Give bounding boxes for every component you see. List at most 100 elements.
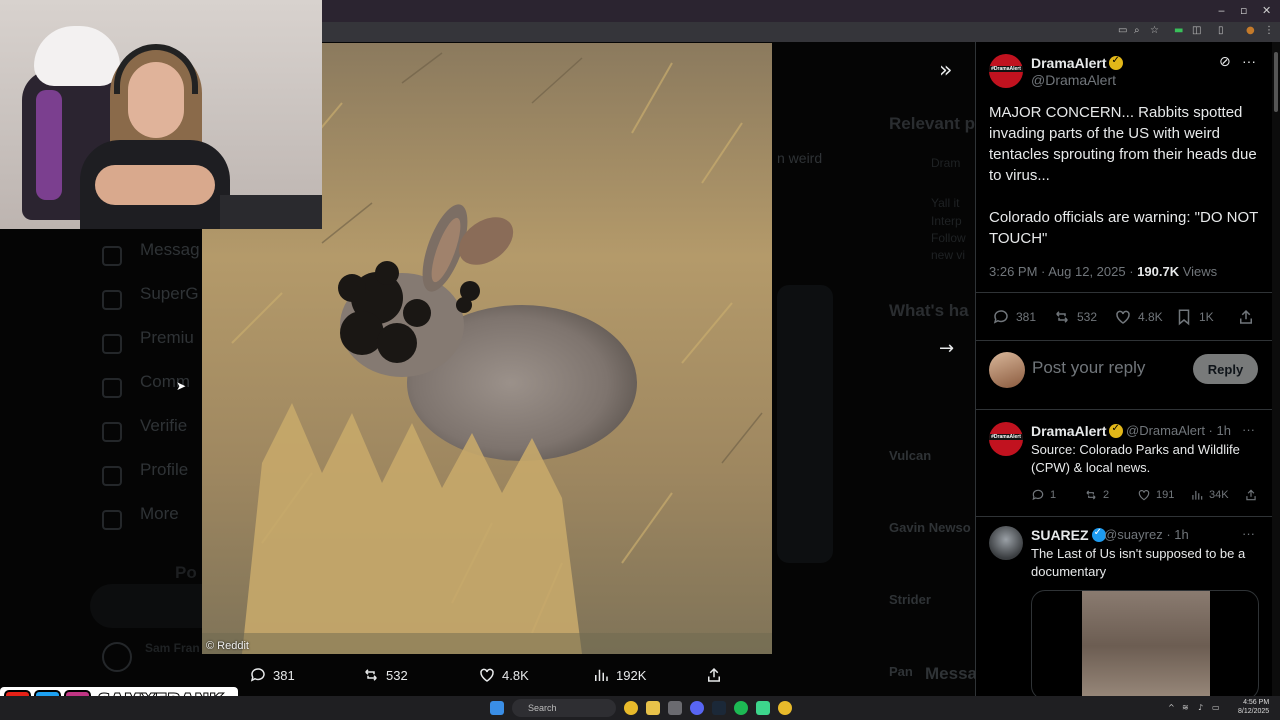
- lightbox-like-button[interactable]: 4.8K: [478, 666, 529, 684]
- network-icon[interactable]: ≋: [1182, 703, 1189, 712]
- webcam-overlay: [0, 0, 322, 229]
- chrome-active-icon[interactable]: [778, 701, 792, 715]
- reply-author-handle[interactable]: @suayrez · 1h: [1104, 527, 1189, 542]
- dim-sidebar-premium-icon: [102, 334, 122, 354]
- reply-text: Source: Colorado Parks and Wildlife (CPW…: [1031, 442, 1240, 475]
- lightbox-like-count: 4.8K: [502, 667, 529, 683]
- dramaalert-avatar[interactable]: #DramaAlert: [989, 54, 1023, 88]
- suarez-avatar[interactable]: [989, 526, 1023, 560]
- dim-post-label: Po: [175, 563, 197, 582]
- next-image-icon[interactable]: →: [939, 338, 954, 359]
- reply-author-handle[interactable]: @DramaAlert · 1h: [1126, 423, 1231, 438]
- panel-scrollbar-thumb[interactable]: [1274, 52, 1278, 112]
- reply-button[interactable]: 381: [992, 308, 1036, 326]
- reply-icon: [993, 310, 1008, 324]
- lightbox-reply-button[interactable]: 381: [249, 666, 295, 684]
- lightbox-views-button[interactable]: 192K: [592, 666, 646, 684]
- windows-start-icon[interactable]: [490, 701, 504, 715]
- reply-author-name[interactable]: DramaAlert: [1031, 423, 1124, 439]
- reply-more-icon[interactable]: ···: [1242, 526, 1255, 541]
- bookmark-count: 1K: [1199, 310, 1214, 324]
- reply-input[interactable]: Post your reply: [1032, 358, 1145, 378]
- reply-text: The Last of Us isn't supposed to be a do…: [1031, 546, 1246, 579]
- like-button[interactable]: 4.8K: [1114, 308, 1163, 326]
- dim-trend-vulcan: Vulcan: [889, 448, 932, 463]
- dim-text-weird: n weird: [777, 150, 823, 166]
- dim-sidebar-communities-icon: [102, 378, 122, 398]
- heart-icon: [480, 668, 494, 682]
- discord-icon[interactable]: [690, 701, 704, 715]
- repost-icon: [1056, 311, 1068, 323]
- cast-icon[interactable]: ▭: [1118, 25, 1127, 36]
- taskbar-date: 8/12/2025: [1238, 708, 1270, 715]
- panel-scrollbar[interactable]: [1272, 42, 1280, 696]
- lightbox-repost-button[interactable]: 532: [362, 666, 408, 684]
- repost-icon: [1086, 490, 1096, 500]
- heart-icon: [1138, 490, 1150, 501]
- share-button[interactable]: [1237, 308, 1255, 326]
- reply-like-button[interactable]: 191: [1137, 488, 1174, 502]
- webcam-headset: [114, 44, 198, 94]
- profile-icon[interactable]: ●: [1246, 25, 1255, 36]
- battery-icon[interactable]: ▭: [1212, 703, 1220, 712]
- reply-views-button[interactable]: 34K: [1190, 488, 1229, 502]
- lightbox-views-count: 192K: [616, 667, 647, 683]
- dim-trends-card: [777, 285, 833, 563]
- dim-trend-pan: Pan: [889, 664, 913, 679]
- sidepanel-icon[interactable]: ▯: [1218, 25, 1224, 36]
- spotify-icon[interactable]: [734, 701, 748, 715]
- like-count: 4.8K: [1138, 310, 1163, 324]
- repost-button[interactable]: 532: [1053, 308, 1097, 326]
- tweet-text: MAJOR CONCERN... Rabbits spotted invadin…: [989, 104, 1259, 247]
- zoom-icon[interactable]: ⌕: [1134, 25, 1140, 36]
- tweet-author-name[interactable]: DramaAlert: [1031, 55, 1124, 71]
- app-icon[interactable]: [756, 701, 770, 715]
- maximize-button[interactable]: ▫: [1240, 4, 1247, 17]
- taskbar-clock[interactable]: 4:56 PM 8/12/2025: [1238, 698, 1269, 716]
- dim-sidebar-verified-icon: [102, 422, 122, 442]
- extension-icon[interactable]: ▬: [1174, 25, 1183, 36]
- taskbar-search[interactable]: Search: [512, 699, 616, 717]
- dim-sidebar-more: More: [140, 504, 179, 523]
- mouse-cursor-icon: ➤: [176, 379, 187, 393]
- verified-badge-icon: [1109, 55, 1124, 70]
- reply-repost-count: 2: [1103, 489, 1110, 501]
- reply-repost-button[interactable]: 2: [1084, 488, 1109, 502]
- webcam-desk: [220, 195, 322, 229]
- grok-icon[interactable]: ⊘: [1219, 54, 1231, 70]
- dim-sidebar-supergrok: SuperG: [140, 284, 199, 303]
- windows-taskbar: [0, 696, 1280, 720]
- reply-author-name[interactable]: SUAREZ: [1031, 527, 1106, 543]
- dim-sidebar-verified: Verifie: [140, 416, 188, 435]
- collapse-panel-icon[interactable]: »: [939, 58, 952, 83]
- bookmark-star-icon[interactable]: ☆: [1150, 25, 1159, 36]
- reply-share-button[interactable]: [1244, 488, 1258, 502]
- extensions-puzzle-icon[interactable]: ◫: [1192, 25, 1201, 36]
- calculator-icon[interactable]: [668, 701, 682, 715]
- repost-icon: [365, 669, 377, 681]
- dim-small-4: Follow: [931, 231, 966, 245]
- bookmark-button[interactable]: 1K: [1175, 308, 1214, 326]
- more-options-icon[interactable]: ···: [1242, 53, 1256, 69]
- steam-icon[interactable]: [712, 701, 726, 715]
- reply-author-avatar[interactable]: #DramaAlert: [989, 422, 1023, 456]
- tweet-author-handle[interactable]: @DramaAlert: [1031, 72, 1116, 88]
- volume-icon[interactable]: ♪: [1198, 703, 1203, 712]
- dim-sidebar-messages-icon: [102, 246, 122, 266]
- reply-submit-button[interactable]: Reply: [1193, 354, 1258, 384]
- file-explorer-icon[interactable]: [646, 701, 660, 715]
- lightbox-repost-count: 532: [386, 667, 408, 683]
- dim-sidebar-profile-icon: [102, 466, 122, 486]
- reply-more-icon[interactable]: ···: [1242, 422, 1255, 437]
- chrome-icon[interactable]: [624, 701, 638, 715]
- browser-menu-icon[interactable]: ⋮: [1264, 25, 1274, 36]
- tweet-detail-panel: #DramaAlert DramaAlert @DramaAlert ⊘ ···…: [975, 42, 1280, 696]
- reply-media[interactable]: [1031, 590, 1259, 696]
- views-icon: [595, 669, 608, 681]
- tray-chevron-icon[interactable]: ^: [1168, 703, 1175, 712]
- repost-count: 532: [1077, 310, 1098, 324]
- close-window-button[interactable]: ✕: [1262, 4, 1271, 17]
- minimize-button[interactable]: ‒: [1218, 4, 1225, 17]
- reply-reply-button[interactable]: 1: [1031, 488, 1056, 502]
- lightbox-share-button[interactable]: [705, 666, 723, 684]
